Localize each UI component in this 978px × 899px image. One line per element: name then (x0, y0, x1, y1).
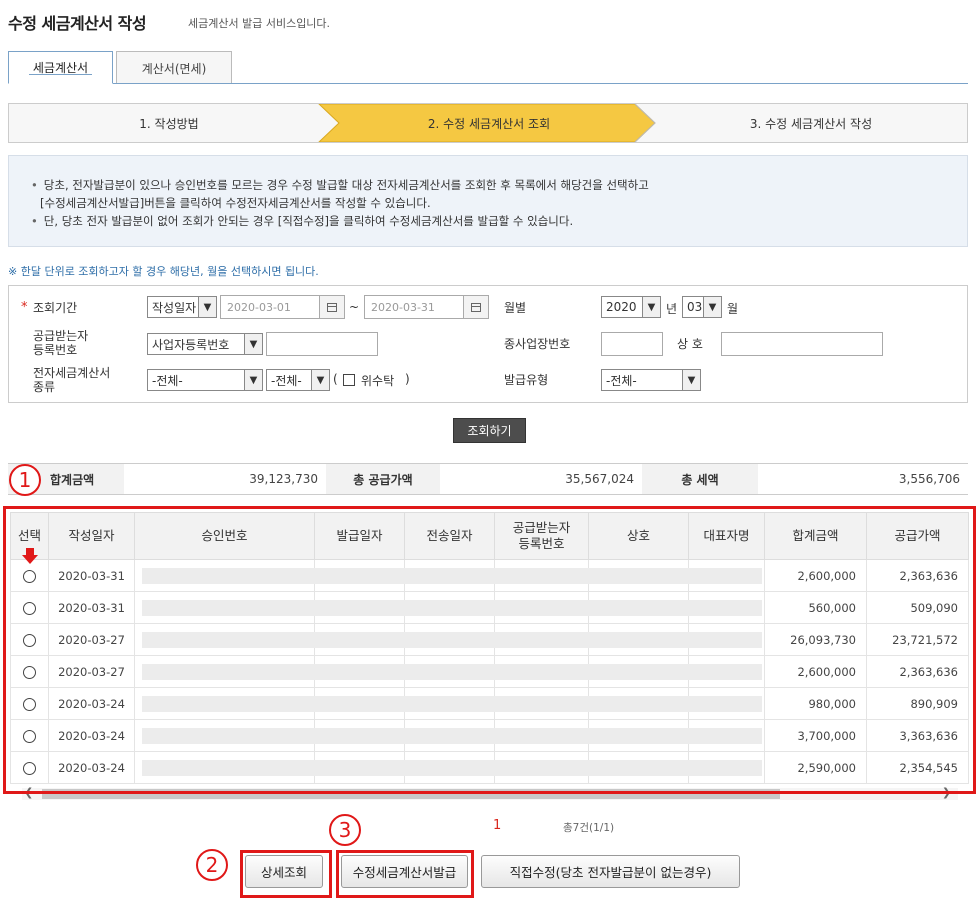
calendar-icon[interactable] (463, 295, 489, 319)
info-line-1: • 당초, 전자발급분이 있으나 승인번호를 모르는 경우 수정 발급할 대상 전… (31, 178, 649, 192)
company-label: 상 호 (677, 337, 703, 351)
month-select[interactable]: 03 ▼ (682, 296, 722, 318)
monthly-label: 월별 (504, 301, 527, 315)
step-3: 3. 수정 세금계산서 작성 (749, 116, 873, 131)
tab-tax-invoice[interactable]: 세금계산서 (8, 51, 113, 84)
issue-type-select[interactable]: -전체- ▼ (601, 369, 701, 391)
chevron-down-icon: ▼ (682, 370, 700, 390)
issue-revised-button[interactable]: 수정세금계산서발급 (341, 855, 468, 888)
invoice-subkind-select[interactable]: -전체- ▼ (266, 369, 330, 391)
annotation-2: 2 (196, 849, 228, 881)
arrow-down-icon (22, 548, 38, 564)
tab-invoice-exempt[interactable]: 계산서(면세) (116, 51, 232, 84)
step-1: 1. 작성방법 (139, 116, 199, 131)
total-value: 39,123,730 (249, 472, 318, 486)
tab-divider (8, 83, 968, 84)
chevron-down-icon: ▼ (244, 334, 262, 354)
chevron-down-icon: ▼ (703, 297, 721, 317)
chevron-down-icon: ▼ (311, 370, 329, 390)
trust-checkbox[interactable] (343, 374, 355, 386)
chevron-down-icon: ▼ (244, 370, 262, 390)
period-type-select[interactable]: 작성일자 ▼ (147, 296, 217, 318)
chevron-down-icon: ▼ (642, 297, 660, 317)
table-highlight-box (3, 506, 976, 794)
supply-value: 35,567,024 (565, 472, 634, 486)
supply-label: 총 공급가액 (326, 464, 440, 494)
step-2: 2. 수정 세금계산서 조회 (427, 116, 551, 131)
info-line-2: [수정세금계산서발급]버튼을 클릭하여 수정전자세금계산서를 작성할 수 있습니… (40, 196, 431, 210)
step-indicator: 1. 작성방법 2. 수정 세금계산서 조회 3. 수정 세금계산서 작성 (8, 103, 968, 143)
invoice-kind-select[interactable]: -전체- ▼ (147, 369, 263, 391)
required-mark: * (21, 300, 28, 315)
info-line-3: • 단, 당초 전자 발급분이 없어 조회가 안되는 경우 [직접수정]을 클릭하… (31, 214, 574, 228)
tax-value: 3,556,706 (898, 472, 960, 486)
info-box: • 당초, 전자발급분이 있으나 승인번호를 모르는 경우 수정 발급할 대상 전… (8, 155, 968, 247)
branch-label: 종사업장번호 (504, 337, 571, 351)
calendar-icon[interactable] (319, 295, 345, 319)
range-tilde: ~ (349, 300, 360, 314)
detail-button[interactable]: 상세조회 (245, 855, 323, 888)
search-form: * 조회기간 작성일자 ▼ 2020-03-01 ~ 2020-03-31 월별… (8, 285, 968, 403)
monthly-note: ※ 한달 단위로 조회하고자 할 경우 해당년, 월을 선택하시면 됩니다. (8, 265, 319, 278)
year-select[interactable]: 2020 ▼ (601, 296, 661, 318)
invoice-kind-label: 전자세금계산서 종류 (33, 366, 111, 394)
annotation-1: 1 (9, 464, 41, 496)
date-to-input[interactable]: 2020-03-31 (364, 295, 464, 319)
date-from-input[interactable]: 2020-03-01 (220, 295, 320, 319)
summary-bar: 합계금액 39,123,730 총 공급가액 35,567,024 총 세액 3… (8, 463, 968, 495)
annotation-3: 3 (329, 814, 361, 846)
month-suffix: 월 (727, 302, 739, 316)
page-subtitle: 세금계산서 발급 서비스입니다. (188, 17, 331, 30)
branch-number-input[interactable] (601, 332, 663, 356)
direct-revise-button[interactable]: 직접수정(당초 전자발급분이 없는경우) (481, 855, 740, 888)
period-label: 조회기간 (33, 301, 78, 315)
chevron-down-icon: ▼ (198, 297, 216, 317)
issue-type-label: 발급유형 (504, 373, 549, 387)
recipient-label: 공급받는자 등록번호 (33, 329, 89, 357)
year-suffix: 년 (666, 302, 678, 316)
pager-total: 총7건(1/1) (563, 822, 615, 834)
tax-label: 총 세액 (642, 464, 758, 494)
recipient-number-input[interactable] (266, 332, 378, 356)
tab-label: 계산서(면세) (141, 61, 207, 76)
pager-current[interactable]: 1 (493, 818, 501, 833)
trust-open: ( (333, 372, 338, 386)
recipient-type-select[interactable]: 사업자등록번호 ▼ (147, 333, 263, 355)
company-name-input[interactable] (721, 332, 883, 356)
search-button[interactable]: 조회하기 (453, 418, 526, 443)
trust-label: 위수탁 (361, 374, 395, 388)
trust-close: ) (405, 372, 410, 386)
page-title: 수정 세금계산서 작성 (8, 14, 147, 33)
